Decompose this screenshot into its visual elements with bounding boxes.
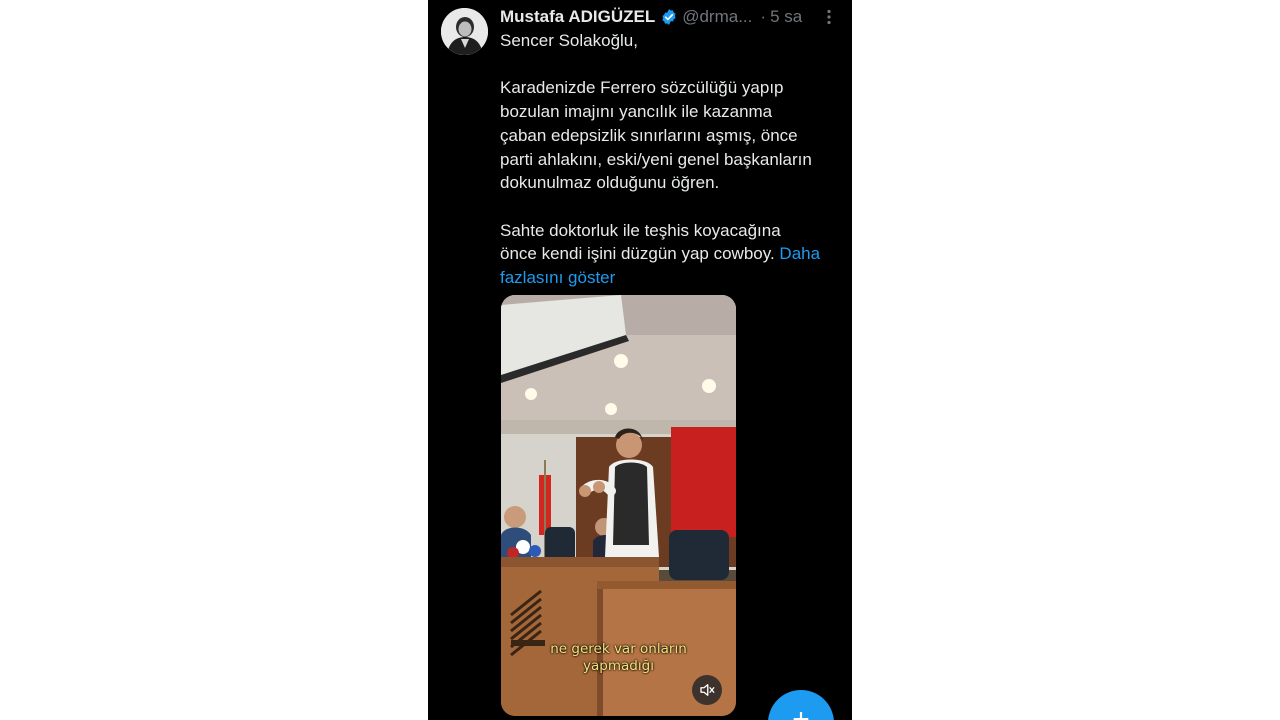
speaker-muted-icon[interactable] [692, 675, 722, 705]
plus-icon: + [792, 703, 810, 720]
verified-badge-icon [660, 8, 678, 26]
avatar-photo [441, 8, 488, 55]
separator-dot: · [760, 7, 767, 26]
author-name[interactable]: Mustafa ADIGÜZEL [500, 7, 655, 27]
video-player[interactable]: ne gerek var onların yapmadığı [501, 295, 736, 716]
tweet-paragraph: Sencer Solakoğlu, [500, 31, 638, 50]
video-subtitle: ne gerek var onların yapmadığı [550, 641, 687, 674]
avatar[interactable] [441, 8, 488, 55]
tweet-paragraph-last: Sahte doktorluk ile teşhis koyacağına ön… [500, 219, 842, 290]
tweet-time[interactable]: 5 sa [770, 7, 802, 27]
compose-button[interactable]: + [768, 690, 834, 720]
tweet-header: Mustafa ADIGÜZEL @drma... · 5 sa [500, 6, 840, 28]
tweet-paragraph: Karadenizde Ferrero sözcülüğü yapıp bozu… [500, 78, 812, 193]
tweet-screen: Mustafa ADIGÜZEL @drma... · 5 sa Sencer … [428, 0, 852, 720]
more-vertical-icon[interactable] [820, 8, 838, 26]
tweet-paragraph-text: Sahte doktorluk ile teşhis koyacağına ön… [500, 220, 781, 264]
author-handle[interactable]: @drma... [682, 7, 752, 27]
tweet-text: Sencer Solakoğlu, Karadenizde Ferrero sö… [500, 29, 842, 290]
